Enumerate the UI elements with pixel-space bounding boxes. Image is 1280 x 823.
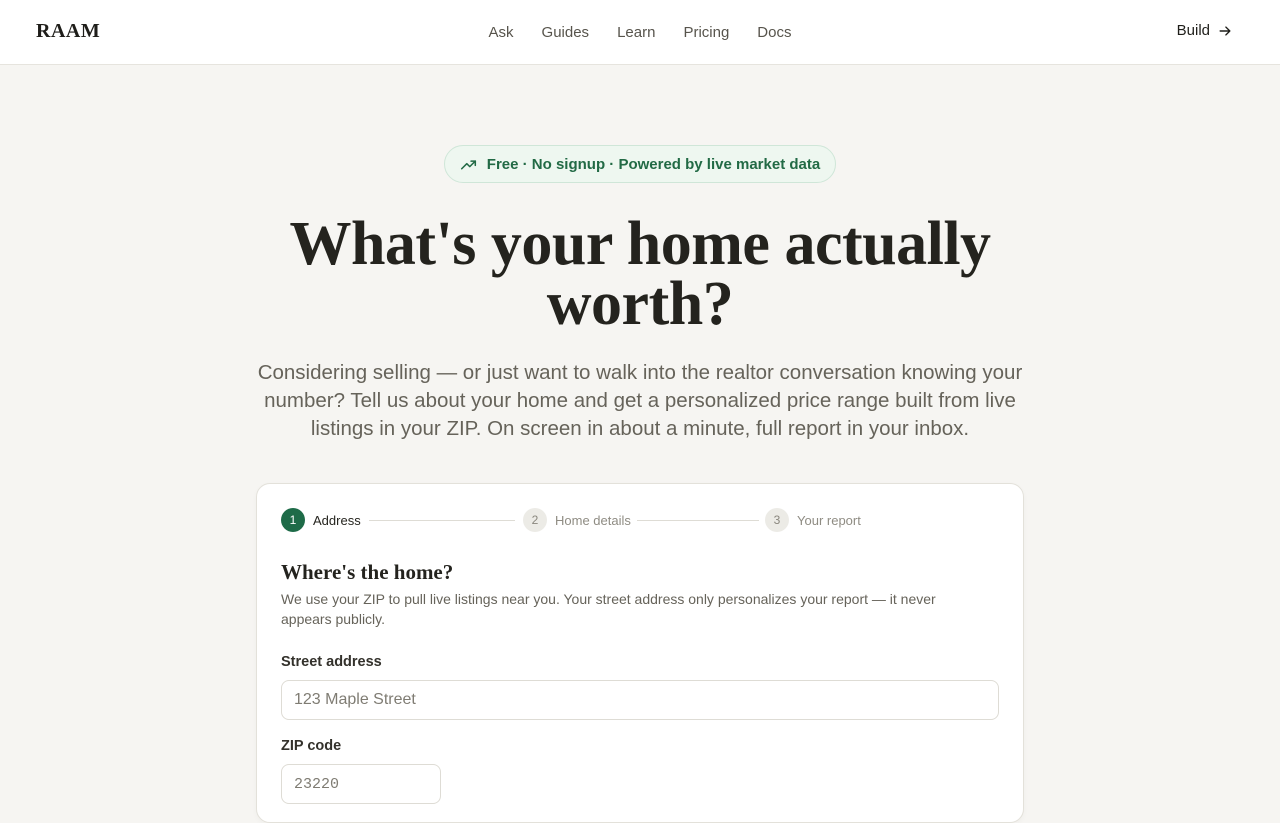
logo[interactable]: RAAM [36,20,100,43]
page-subtitle: Considering selling — or just want to wa… [257,361,1023,440]
nav-link-learn[interactable]: Learn [617,24,655,41]
street-address-label: Street address [281,654,382,670]
nav-link-docs[interactable]: Docs [757,24,791,41]
step-label: Address [313,512,361,528]
nav-link-ask[interactable]: Ask [489,24,514,41]
arrow-right-icon [1219,25,1231,36]
step-connector [637,520,759,521]
zip-code-input[interactable] [281,764,441,804]
step-number: 3 [765,508,789,532]
step-number: 1 [281,508,305,532]
zip-code-label: ZIP code [281,738,342,754]
step-your-report: 3 Your report [765,508,861,532]
step-home-details: 2 Home details [523,508,631,532]
feature-badge: Free · No signup · Powered by live marke… [444,145,836,183]
top-navigation-bar: RAAM Ask Guides Learn Pricing Docs Build [0,0,1280,65]
progress-stepper: 1 Address 2 Home details 3 Your report [281,508,1001,534]
trending-up-icon [460,159,476,170]
valuation-form-card: 1 Address 2 Home details 3 Your report W… [256,483,1024,823]
feature-badge-text: Free · No signup · Powered by live marke… [486,155,821,173]
build-button-label: Build [1176,22,1210,39]
step-label: Home details [555,512,631,528]
main-nav: Ask Guides Learn Pricing Docs [0,0,1280,64]
nav-link-pricing[interactable]: Pricing [683,24,729,41]
nav-link-guides[interactable]: Guides [542,24,590,41]
form-title: Where's the home? [281,560,454,584]
step-connector [369,520,515,521]
build-button[interactable]: Build [1177,22,1232,39]
form-description: We use your ZIP to pull live listings ne… [281,591,936,627]
step-address: 1 Address [281,508,361,532]
street-address-input[interactable] [281,680,999,720]
page-title: What's your home actually worth? [289,210,991,338]
step-number: 2 [523,508,547,532]
step-label: Your report [797,512,861,528]
